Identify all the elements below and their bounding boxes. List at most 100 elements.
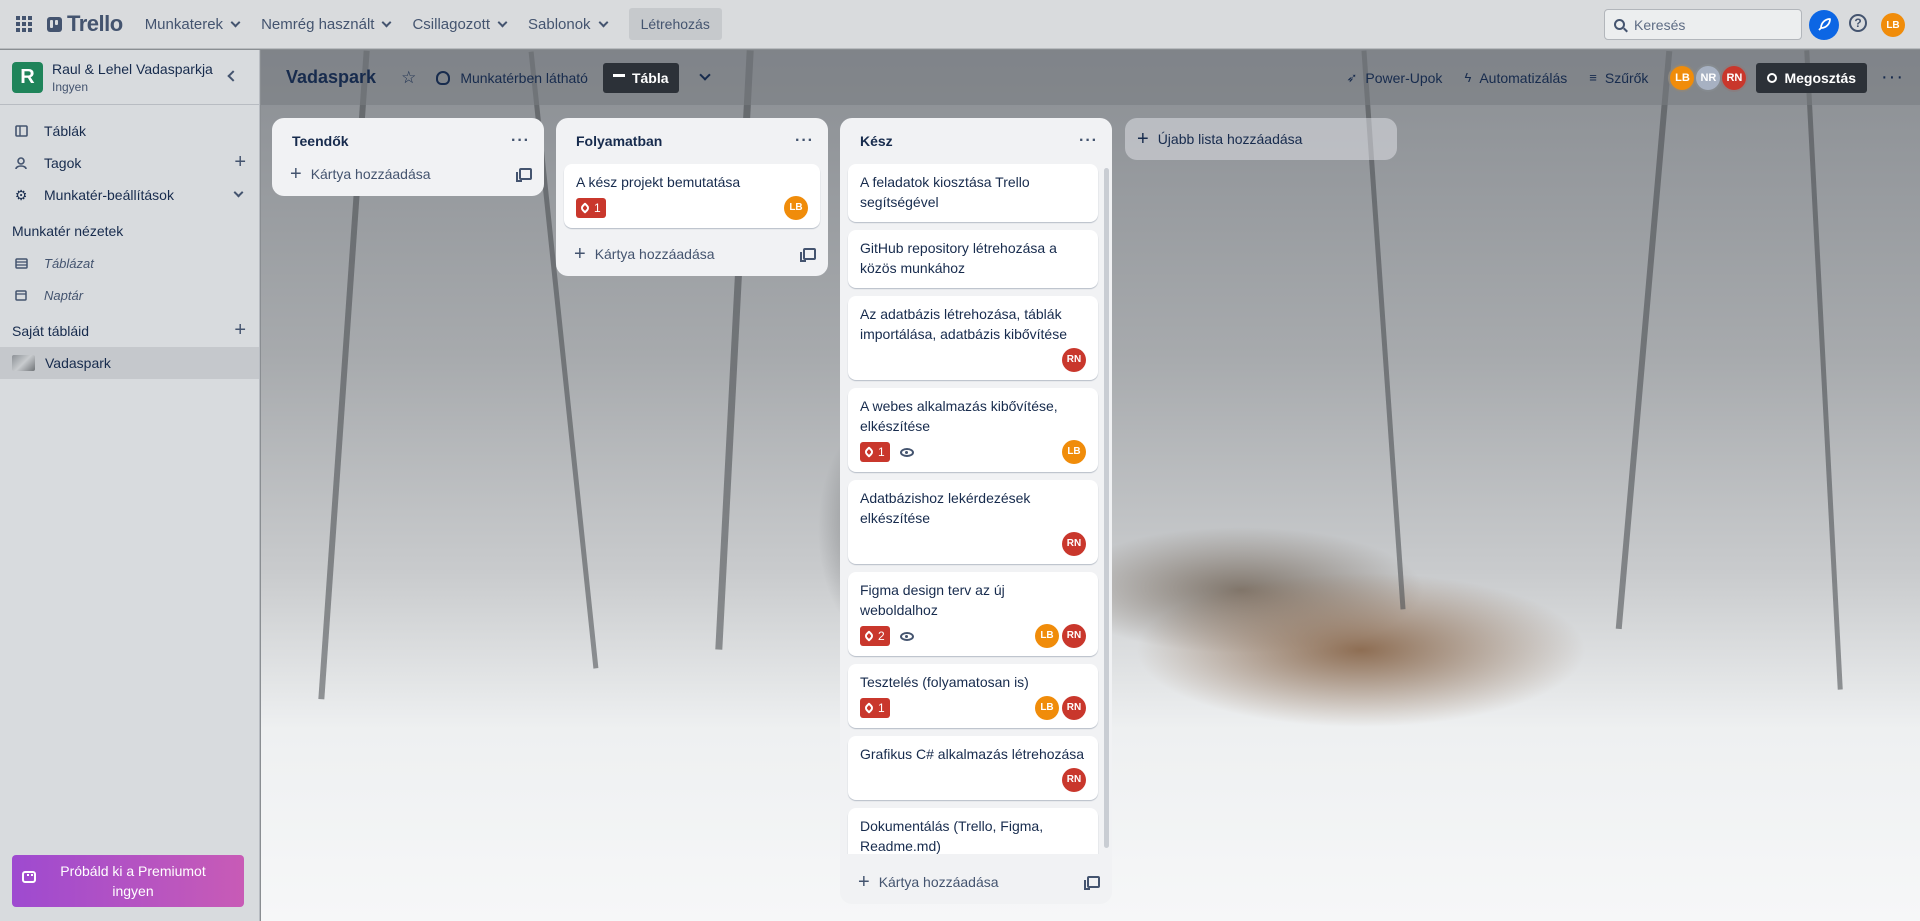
chevron-down-icon[interactable] xyxy=(233,187,244,198)
app-switcher-button[interactable] xyxy=(9,9,39,39)
tag-icon xyxy=(863,446,875,458)
card[interactable]: GitHub repository létrehozása a közös mu… xyxy=(848,230,1098,288)
card-template-icon[interactable] xyxy=(516,168,532,182)
board-title[interactable]: Vadaspark xyxy=(286,67,376,88)
member-avatar[interactable]: LB xyxy=(1062,440,1086,464)
sidebar-item-table-view[interactable]: Táblázat xyxy=(0,247,259,279)
help-icon[interactable]: ? xyxy=(1849,14,1867,32)
card-scroll-area[interactable]: A feladatok kiosztása Trello segítségéve… xyxy=(840,164,1112,854)
list-done: Kész ··· A feladatok kiosztása Trello se… xyxy=(840,118,1112,904)
card[interactable]: Grafikus C# alkalmazás létrehozása RN xyxy=(848,736,1098,800)
label-count-badge: 2 xyxy=(860,626,890,646)
card[interactable]: Az adatbázis létrehozása, táblák importá… xyxy=(848,296,1098,380)
rocket-icon: ➶ xyxy=(1346,69,1358,85)
card[interactable]: A webes alkalmazás kibővítése, elkészíté… xyxy=(848,388,1098,472)
people-icon xyxy=(436,70,451,85)
card[interactable]: Tesztelés (folyamatosan is) 1 LB RN xyxy=(848,664,1098,728)
trello-logo[interactable]: Trello xyxy=(47,11,123,37)
card[interactable]: A feladatok kiosztása Trello segítségéve… xyxy=(848,164,1098,222)
create-button[interactable]: Létrehozás xyxy=(628,8,722,40)
list-menu-icon[interactable]: ··· xyxy=(795,132,814,150)
search-input[interactable]: Keresés xyxy=(1604,9,1802,40)
list-menu-icon[interactable]: ··· xyxy=(511,132,530,150)
card-members: LB RN xyxy=(1035,624,1086,648)
member-avatar[interactable]: RN xyxy=(1720,63,1749,92)
list-title[interactable]: Folyamatban xyxy=(576,133,662,149)
try-premium-button[interactable]: Próbáld ki a Premiumot ingyen xyxy=(12,855,244,907)
member-avatar[interactable]: LB xyxy=(784,196,808,220)
nav-recent[interactable]: Nemrég használt xyxy=(251,8,400,40)
card[interactable]: A kész projekt bemutatása 1 LB xyxy=(564,164,820,228)
add-board-icon[interactable]: + xyxy=(234,320,246,340)
list-menu-icon[interactable]: ··· xyxy=(1079,132,1098,150)
card-template-icon[interactable] xyxy=(1084,876,1100,890)
sidebar-item-label: Táblázat xyxy=(44,255,94,271)
sidebar-item-settings[interactable]: ⚙ Munkatér-beállítások xyxy=(0,179,259,211)
list-header[interactable]: Folyamatban ··· xyxy=(556,118,828,164)
card-title: Figma design terv az új weboldalhoz xyxy=(860,582,1005,618)
card-title: Tesztelés (folyamatosan is) xyxy=(860,674,1029,690)
member-avatar[interactable]: RN xyxy=(1062,532,1086,556)
filters-button[interactable]: ≡ Szűrők xyxy=(1589,70,1648,86)
visibility-button[interactable]: Munkatérben látható xyxy=(436,70,588,86)
nav-starred[interactable]: Csillagozott xyxy=(402,8,516,40)
your-boards-label: Saját tábláid xyxy=(12,323,90,339)
workspace-avatar[interactable]: R xyxy=(12,61,43,93)
add-card-button[interactable]: + Kártya hozzáadása xyxy=(840,864,1112,900)
collapse-sidebar-icon[interactable] xyxy=(227,70,239,82)
member-avatar[interactable]: LB xyxy=(1668,63,1697,92)
lightning-icon: ϟ xyxy=(1464,70,1472,85)
member-avatar[interactable]: NR xyxy=(1694,63,1723,92)
card[interactable]: Figma design terv az új weboldalhoz 2 LB RN xyxy=(848,572,1098,656)
list-title[interactable]: Teendők xyxy=(292,133,349,149)
share-button[interactable]: Megosztás xyxy=(1756,62,1868,93)
card[interactable]: Dokumentálás (Trello, Figma, Readme.md) xyxy=(848,808,1098,854)
your-boards-heading: Saját tábláid + xyxy=(0,315,259,347)
add-list-button[interactable]: + Újabb lista hozzáadása xyxy=(1125,118,1397,160)
badge-count: 2 xyxy=(878,629,885,643)
sidebar-board-vadaspark[interactable]: Vadaspark xyxy=(0,347,259,379)
add-card-label: Kártya hozzáadása xyxy=(878,874,999,890)
board-icon xyxy=(14,125,28,137)
powerups-button[interactable]: ➶ Power-Upok xyxy=(1347,70,1443,86)
member-avatar[interactable]: RN xyxy=(1062,624,1086,648)
star-icon[interactable]: ☆ xyxy=(401,68,416,88)
card[interactable]: Adatbázishoz lekérdezések elkészítése RN xyxy=(848,480,1098,564)
sidebar-item-members[interactable]: Tagok + xyxy=(0,147,259,179)
workspace-header: R Raul & Lehel Vadasparkja Ingyen xyxy=(0,50,259,105)
premium-icon xyxy=(22,871,36,883)
add-card-button[interactable]: + Kártya hozzáadása xyxy=(556,236,828,272)
card-title: A feladatok kiosztása Trello segítségéve… xyxy=(860,174,1030,210)
board-view-button[interactable]: Tábla xyxy=(602,62,679,93)
list-in-progress: Folyamatban ··· A kész projekt bemutatás… xyxy=(556,118,828,276)
member-avatar[interactable]: LB xyxy=(1035,696,1059,720)
sidebar-item-label: Táblák xyxy=(44,123,87,139)
plus-icon: + xyxy=(290,163,302,185)
nav-templates-label: Sablonok xyxy=(528,15,591,33)
card-template-icon[interactable] xyxy=(800,248,816,262)
automation-button[interactable]: ϟ Automatizálás xyxy=(1464,70,1567,86)
sidebar-item-calendar-view[interactable]: Naptár xyxy=(0,279,259,311)
card-title: Az adatbázis létrehozása, táblák importá… xyxy=(860,306,1067,342)
list-title[interactable]: Kész xyxy=(860,133,893,149)
nav-workspaces[interactable]: Munkaterek xyxy=(135,8,249,40)
card-badges: 2 LB RN xyxy=(860,624,1086,648)
add-member-icon[interactable]: + xyxy=(234,152,246,172)
sidebar-item-boards[interactable]: Táblák xyxy=(0,115,259,147)
label-count-badge: 1 xyxy=(860,442,890,462)
nav-templates[interactable]: Sablonok xyxy=(518,8,617,40)
list-scrollbar[interactable] xyxy=(1104,168,1109,848)
account-avatar[interactable]: LB xyxy=(1881,13,1905,37)
chevron-down-icon[interactable] xyxy=(698,69,711,81)
member-avatar[interactable]: RN xyxy=(1062,696,1086,720)
member-avatar[interactable]: LB xyxy=(1035,624,1059,648)
add-card-button[interactable]: + Kártya hozzáadása xyxy=(272,156,544,192)
member-avatar[interactable]: RN xyxy=(1062,768,1086,792)
workspace-name[interactable]: Raul & Lehel Vadasparkja xyxy=(52,61,213,77)
visibility-label: Munkatérben látható xyxy=(460,69,588,86)
member-avatar[interactable]: RN xyxy=(1062,348,1086,372)
list-header[interactable]: Kész ··· xyxy=(840,118,1112,164)
card-title: A webes alkalmazás kibővítése, elkészíté… xyxy=(860,398,1058,434)
more-menu-icon[interactable]: ··· xyxy=(1881,66,1904,89)
notifications-button[interactable] xyxy=(1809,10,1839,40)
